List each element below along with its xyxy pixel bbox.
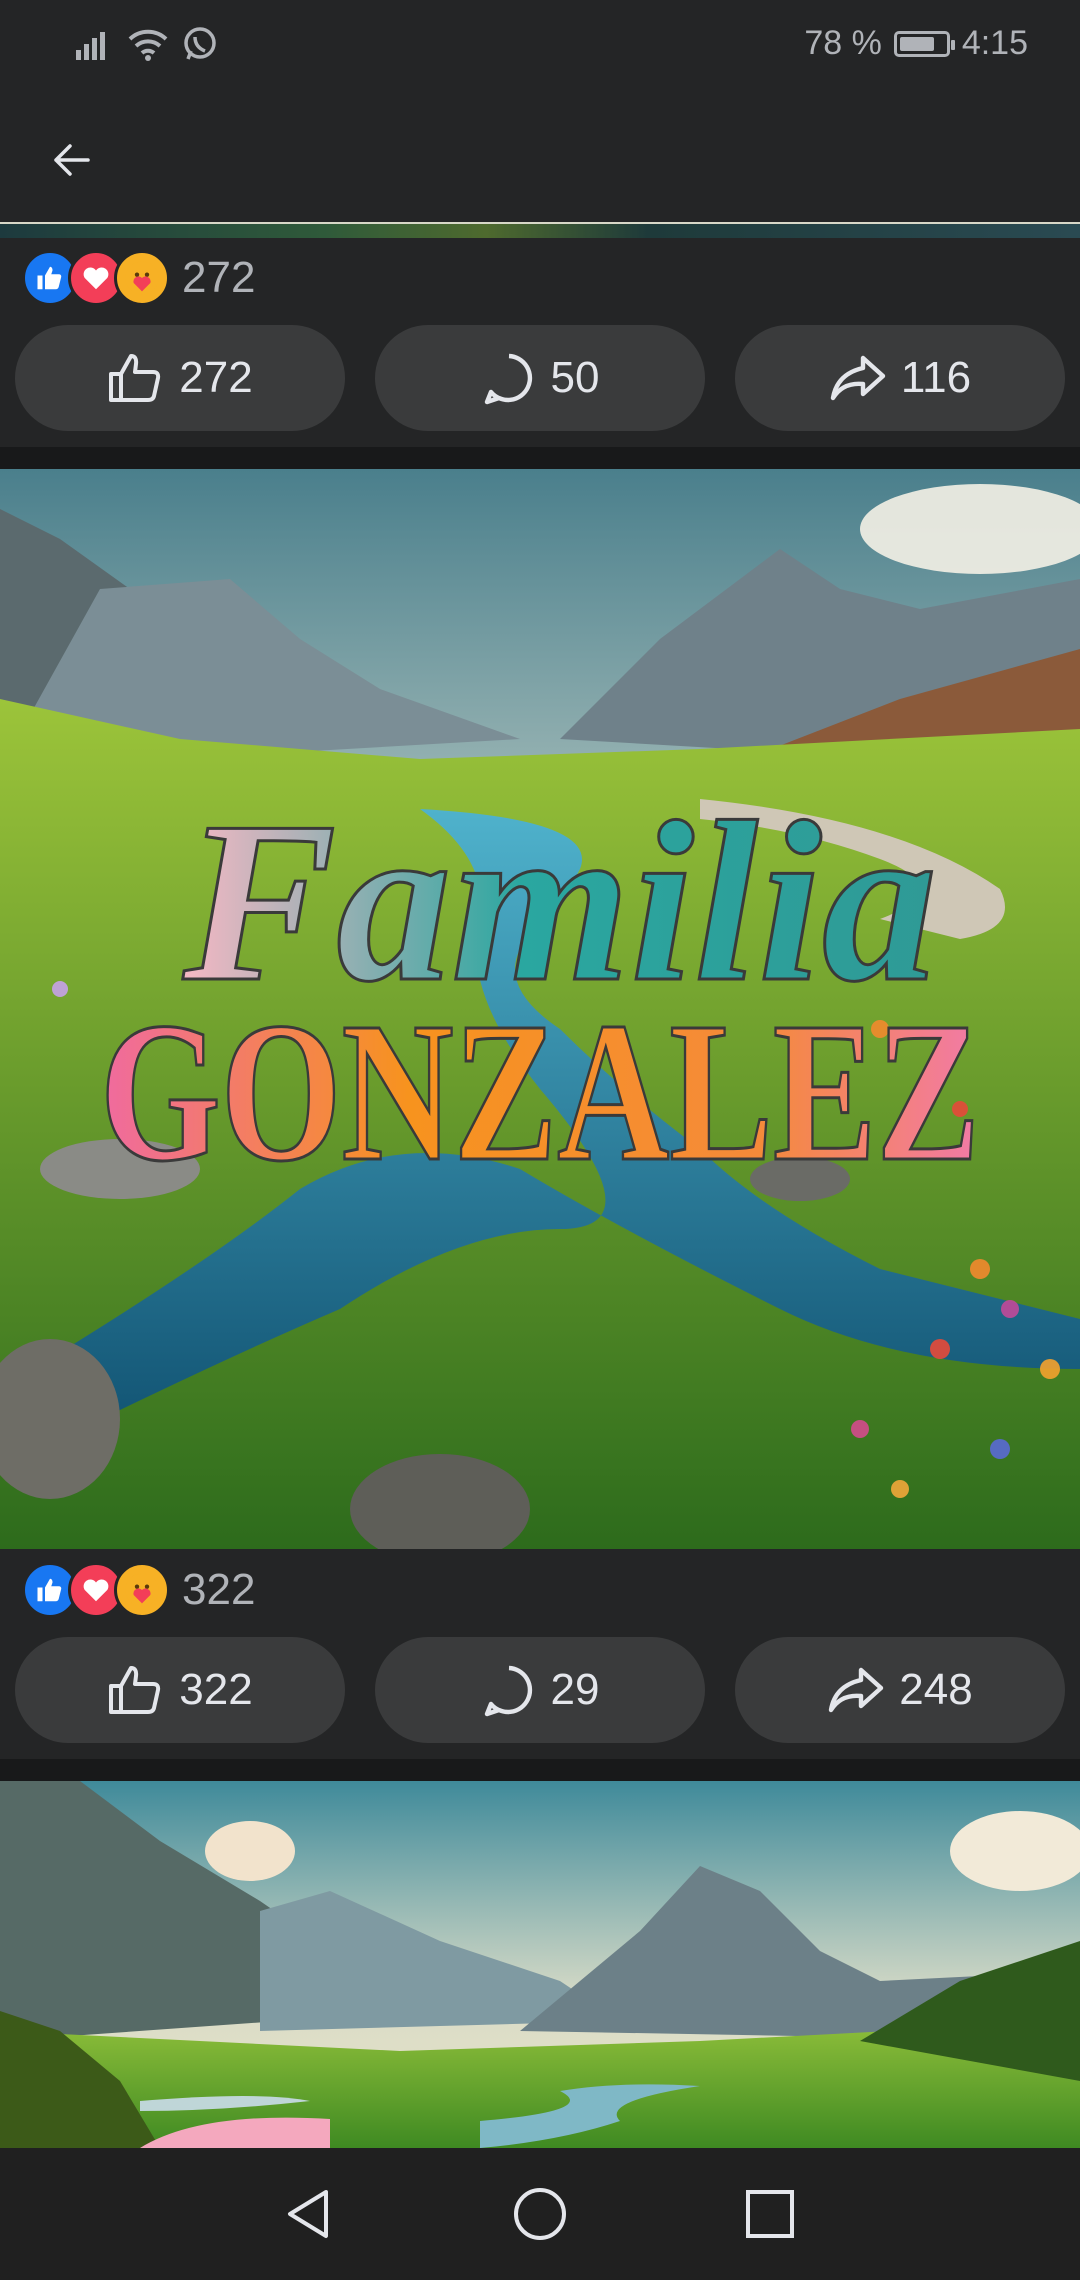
reaction-summary[interactable]: 272 (22, 250, 255, 306)
comment-count: 50 (550, 353, 600, 402)
post-separator (0, 447, 1080, 469)
clock: 4:15 (961, 24, 1028, 62)
home-circle-icon (514, 2188, 566, 2240)
app-bar (0, 92, 1080, 222)
system-nav-bar (0, 2148, 1080, 2280)
care-reaction-icon (114, 250, 170, 306)
post-actions: 272 50 116 (15, 325, 1065, 431)
wifi-icon (128, 29, 168, 61)
like-count: 322 (179, 1665, 253, 1714)
like-count: 272 (179, 353, 253, 402)
comment-icon (484, 1665, 532, 1717)
post-photo[interactable]: Familia GONZALEZ (0, 469, 1080, 1549)
photo-title-line2: GONZALEZ (100, 982, 980, 1203)
signal-icon (76, 32, 105, 60)
back-triangle-icon (288, 2190, 328, 2238)
share-icon (830, 355, 886, 401)
previous-photo[interactable] (0, 224, 1080, 238)
share-button[interactable]: 116 (735, 325, 1065, 431)
post-photo[interactable] (0, 1781, 1080, 2148)
thumbs-up-icon (109, 1666, 161, 1714)
like-button[interactable]: 272 (15, 325, 345, 431)
arrow-left-icon (54, 144, 90, 176)
battery-icon (893, 30, 955, 57)
reaction-summary[interactable]: 322 (22, 1562, 255, 1618)
landscape-image (0, 1781, 1080, 2148)
comment-icon (484, 353, 532, 405)
post-separator (0, 1759, 1080, 1781)
nav-recents-button[interactable] (742, 2186, 798, 2242)
post-actions: 322 29 248 (15, 1637, 1065, 1743)
thumbs-up-icon (109, 354, 161, 402)
share-icon (829, 1667, 884, 1713)
whatsapp-icon (184, 27, 216, 60)
comment-count: 29 (550, 1665, 600, 1714)
like-button[interactable]: 322 (15, 1637, 345, 1743)
care-reaction-icon (114, 1562, 170, 1618)
comment-button[interactable]: 29 (375, 1637, 705, 1743)
status-bar: 78 % 4:15 (0, 0, 1080, 92)
battery-fill (899, 36, 935, 51)
reaction-count: 322 (182, 1565, 256, 1614)
nav-back-button[interactable] (280, 2186, 336, 2242)
share-count: 116 (900, 353, 972, 402)
battery-percent: 78 % (804, 24, 882, 62)
share-button[interactable]: 248 (735, 1637, 1065, 1743)
recents-square-icon (746, 2190, 794, 2238)
share-count: 248 (899, 1665, 973, 1714)
back-button[interactable] (46, 134, 98, 186)
comment-button[interactable]: 50 (375, 325, 705, 431)
nav-home-button[interactable] (512, 2186, 568, 2242)
landscape-image: Familia GONZALEZ (0, 469, 1080, 1549)
reaction-count: 272 (182, 253, 256, 302)
